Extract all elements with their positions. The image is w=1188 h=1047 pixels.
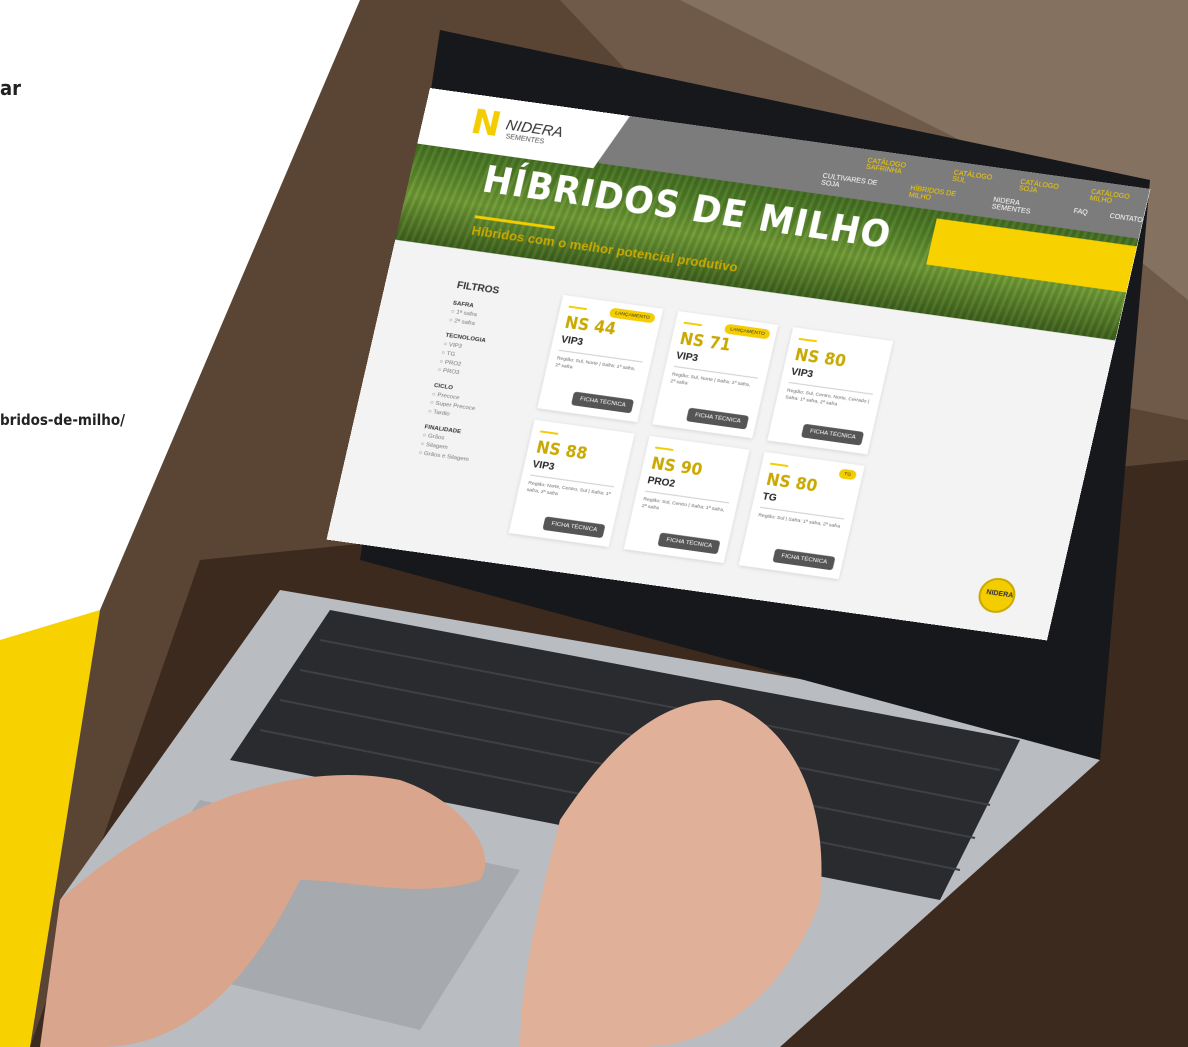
- filters-heading: FILTROS: [455, 280, 501, 297]
- product-card[interactable]: LANÇAMENTO NS 71 VIP3 Região: Sul, Norte…: [652, 311, 779, 439]
- product-card[interactable]: TG NS 80 TG Região: Sul | Safra: 1ª safr…: [738, 451, 865, 580]
- ficha-tecnica-button[interactable]: FICHA TÉCNICA: [657, 532, 721, 555]
- logo-n-icon: N: [467, 102, 505, 145]
- product-card[interactable]: NS 88 VIP3 Região: Norte, Centro, Sul | …: [508, 419, 635, 547]
- product-tech: PRO2: [646, 475, 677, 490]
- nav-contato[interactable]: CONTATO: [1107, 213, 1144, 231]
- nav-catalog-milho[interactable]: CATÁLOGO MILHO: [1089, 189, 1148, 210]
- url-fragment: bridos-de-milho/: [0, 411, 126, 429]
- product-region: Região: Sul | Safra: 1ª safra, 2ª safra: [757, 512, 841, 530]
- product-card[interactable]: LANÇAMENTO NS 44 VIP3 Região: Sul, Norte…: [537, 294, 664, 423]
- product-card[interactable]: NS 90 PRO2 Região: Sul, Centro | Safra: …: [623, 435, 750, 564]
- nav-catalog-soja[interactable]: CATÁLOGO SOJA: [1018, 179, 1074, 200]
- nav-catalog-safrinha[interactable]: CATÁLOGO SAFRINHA: [865, 157, 936, 180]
- product-tech: VIP3: [559, 334, 585, 349]
- nav-hibridos-milho[interactable]: HÍBRIDOS DE MILHO: [908, 185, 972, 207]
- nav-nidera-sementes[interactable]: NIDERA SEMENTES: [991, 197, 1052, 219]
- nav-catalog-sul[interactable]: CATÁLOGO SUL: [951, 169, 1003, 189]
- heading-fragment: ar: [0, 76, 22, 100]
- product-card[interactable]: NS 80 VIP3 Região: Sul, Centro, Norte, C…: [767, 327, 894, 455]
- product-tech: TG: [761, 491, 778, 504]
- product-tech: VIP3: [789, 366, 815, 381]
- nidera-seal-icon: NIDERA: [975, 575, 1019, 616]
- product-tech: VIP3: [674, 350, 700, 365]
- filters-panel: FILTROS SAFRA ○ 1ª safra ○ 2ª safra TECN…: [418, 280, 538, 467]
- ficha-tecnica-button[interactable]: FICHA TÉCNICA: [542, 516, 606, 539]
- product-tech: VIP3: [531, 459, 556, 473]
- nav-faq[interactable]: FAQ: [1071, 208, 1089, 223]
- ficha-tecnica-button[interactable]: FICHA TÉCNICA: [801, 423, 865, 446]
- ficha-tecnica-button[interactable]: FICHA TÉCNICA: [686, 407, 750, 430]
- ficha-tecnica-button[interactable]: FICHA TÉCNICA: [571, 391, 635, 414]
- ficha-tecnica-button[interactable]: FICHA TÉCNICA: [772, 548, 836, 571]
- nav-cultivares-soja[interactable]: CULTIVARES DE SOJA: [820, 173, 889, 196]
- tech-badge: TG: [838, 468, 858, 481]
